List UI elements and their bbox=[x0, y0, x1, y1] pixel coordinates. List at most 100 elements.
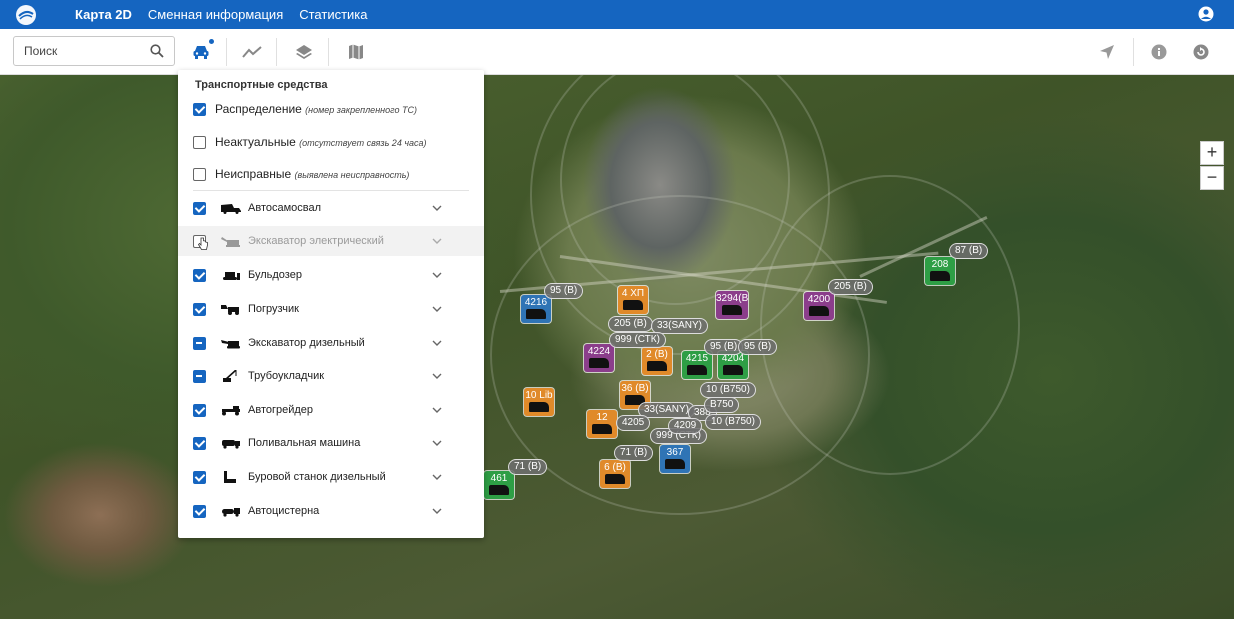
vehicle-type-checkbox[interactable] bbox=[193, 436, 206, 450]
vehicle-type-label: Экскаватор дизельный bbox=[248, 337, 365, 349]
vehicle-type-electric-excavator[interactable]: Экскаватор электрический bbox=[178, 226, 484, 256]
vehicle-tag[interactable]: 95 (B) bbox=[544, 283, 584, 299]
vehicle-marker[interactable]: 12 bbox=[587, 410, 617, 438]
vehicle-tag[interactable]: 4209 bbox=[668, 418, 703, 434]
vehicle-type-label: Автоцистерна bbox=[248, 505, 320, 517]
vehicle-tag[interactable]: 4205 bbox=[616, 415, 651, 431]
navigation-arrow-icon bbox=[1100, 45, 1114, 59]
vehicle-type-bulldozer[interactable]: Бульдозер bbox=[178, 260, 484, 290]
filter-faulty[interactable]: Неисправные (выявлена неисправность) bbox=[178, 159, 484, 189]
nav-statistics[interactable]: Статистика bbox=[299, 7, 367, 22]
vehicle-type-label: Буровой станок дизельный bbox=[248, 471, 386, 483]
vehicle-marker[interactable]: 4224 bbox=[584, 344, 614, 372]
layers-icon bbox=[296, 45, 312, 59]
chevron-down-icon[interactable] bbox=[432, 205, 442, 211]
vehicle-type-water-truck[interactable]: Поливальная машина bbox=[178, 428, 484, 458]
vehicle-tag[interactable]: 999 (СТК) bbox=[609, 332, 666, 348]
vehicle-type-drill-rig[interactable]: Буровой станок дизельный bbox=[178, 462, 484, 492]
vehicle-marker[interactable]: 4216 bbox=[521, 295, 551, 323]
vehicle-type-checkbox[interactable] bbox=[193, 403, 206, 417]
vehicle-tag[interactable]: 10 (B750) bbox=[700, 382, 756, 398]
bulldozer-icon bbox=[223, 272, 240, 280]
chevron-down-icon[interactable] bbox=[432, 340, 442, 346]
zoom-out-button[interactable]: − bbox=[1200, 166, 1224, 190]
vehicle-type-loader[interactable]: Погрузчик bbox=[178, 294, 484, 324]
distribution-checkbox[interactable] bbox=[193, 102, 206, 116]
vehicle-tag[interactable]: 95 (B) bbox=[738, 339, 778, 355]
zoom-in-button[interactable]: + bbox=[1200, 141, 1224, 165]
filter-label: Неисправные (выявлена неисправность) bbox=[215, 167, 410, 181]
refresh-button[interactable] bbox=[1186, 37, 1216, 67]
vehicle-tag[interactable]: B750 bbox=[704, 397, 740, 413]
user-account-icon[interactable] bbox=[1198, 6, 1214, 22]
vehicle-type-tanker[interactable]: Автоцистерна bbox=[178, 496, 484, 526]
vehicle-marker[interactable]: 4 ХП bbox=[618, 286, 648, 314]
search-input[interactable] bbox=[24, 44, 144, 58]
vehicle-tag[interactable]: 205 (B) bbox=[828, 279, 873, 295]
chevron-down-icon[interactable] bbox=[432, 474, 442, 480]
truck-icon bbox=[687, 365, 707, 375]
faulty-checkbox[interactable] bbox=[193, 167, 206, 181]
vehicle-tag[interactable]: 71 (B) bbox=[508, 459, 548, 475]
vehicle-type-dump-truck[interactable]: Автосамосвал bbox=[178, 193, 484, 223]
vehicle-type-grader[interactable]: Автогрейдер bbox=[178, 395, 484, 425]
vehicle-tag[interactable]: 205 (B) bbox=[608, 316, 653, 332]
filter-label: Неактуальные (отсутствует связь 24 часа) bbox=[215, 135, 427, 149]
search-icon[interactable] bbox=[150, 44, 164, 58]
company-logo-icon[interactable] bbox=[15, 4, 37, 26]
toolbar-divider bbox=[328, 38, 329, 66]
vehicle-type-diesel-excavator[interactable]: Экскаватор дизельный bbox=[178, 328, 484, 358]
vehicle-type-checkbox[interactable] bbox=[193, 504, 206, 518]
chevron-down-icon[interactable] bbox=[432, 306, 442, 312]
vehicle-type-label: Экскаватор электрический bbox=[248, 235, 384, 247]
truck-icon bbox=[665, 459, 685, 469]
tracks-tool-button[interactable] bbox=[237, 37, 267, 67]
map-tool-button[interactable] bbox=[341, 37, 371, 67]
vehicle-type-checkbox[interactable] bbox=[193, 302, 206, 316]
drill-rig-icon bbox=[224, 471, 236, 483]
vehicle-marker[interactable]: 3294(B bbox=[716, 291, 749, 319]
nav-shift-info[interactable]: Сменная информация bbox=[148, 7, 283, 22]
vehicle-marker[interactable]: 2 (B) bbox=[642, 347, 672, 375]
filter-distribution[interactable]: Распределение (номер закрепленного ТС) bbox=[178, 94, 484, 124]
nav-map-2d[interactable]: Карта 2D bbox=[75, 7, 132, 22]
vehicle-marker[interactable]: 6 (B) bbox=[600, 460, 630, 488]
vehicle-marker[interactable]: 461 bbox=[484, 471, 514, 499]
info-button[interactable] bbox=[1144, 37, 1174, 67]
vehicles-tool-button[interactable] bbox=[186, 37, 216, 67]
chevron-down-icon[interactable] bbox=[432, 373, 442, 379]
vehicle-marker[interactable]: 208 bbox=[925, 257, 955, 285]
chevron-down-icon[interactable] bbox=[432, 272, 442, 278]
vehicle-marker[interactable]: 4200 bbox=[804, 292, 834, 320]
chevron-down-icon[interactable] bbox=[432, 508, 442, 514]
chevron-down-icon[interactable] bbox=[432, 238, 442, 244]
grader-icon bbox=[222, 406, 240, 416]
panel-title: Транспортные средства bbox=[195, 79, 328, 91]
chevron-down-icon[interactable] bbox=[432, 407, 442, 413]
vehicle-tag[interactable]: 87 (B) bbox=[949, 243, 989, 259]
chevron-down-icon[interactable] bbox=[432, 440, 442, 446]
layers-tool-button[interactable] bbox=[289, 37, 319, 67]
outdated-checkbox[interactable] bbox=[193, 135, 206, 149]
vehicle-tag[interactable]: 71 (B) bbox=[614, 445, 654, 461]
vehicle-type-checkbox[interactable] bbox=[193, 201, 206, 215]
vehicle-type-checkbox[interactable] bbox=[193, 336, 206, 350]
vehicle-type-checkbox[interactable] bbox=[193, 369, 206, 383]
filter-outdated[interactable]: Неактуальные (отсутствует связь 24 часа) bbox=[178, 127, 484, 157]
truck-icon bbox=[592, 424, 612, 434]
navigate-button[interactable] bbox=[1092, 37, 1122, 67]
panel-divider bbox=[193, 190, 469, 191]
active-indicator-dot bbox=[209, 39, 214, 44]
vehicle-type-label: Бульдозер bbox=[248, 269, 302, 281]
vehicle-marker[interactable]: 367 bbox=[660, 445, 690, 473]
vehicle-type-checkbox[interactable] bbox=[193, 470, 206, 484]
vehicle-marker[interactable]: 4204 bbox=[718, 351, 748, 379]
vehicle-type-label: Погрузчик bbox=[248, 303, 299, 315]
vehicle-type-label: Поливальная машина bbox=[248, 437, 361, 449]
vehicle-marker[interactable]: 4215 bbox=[682, 351, 712, 379]
truck-icon bbox=[489, 485, 509, 495]
vehicle-type-pipelayer[interactable]: Трубоукладчик bbox=[178, 361, 484, 391]
vehicle-tag[interactable]: 10 (B750) bbox=[705, 414, 761, 430]
vehicle-type-checkbox[interactable] bbox=[193, 268, 206, 282]
vehicle-marker[interactable]: 10 Lib bbox=[524, 388, 554, 416]
